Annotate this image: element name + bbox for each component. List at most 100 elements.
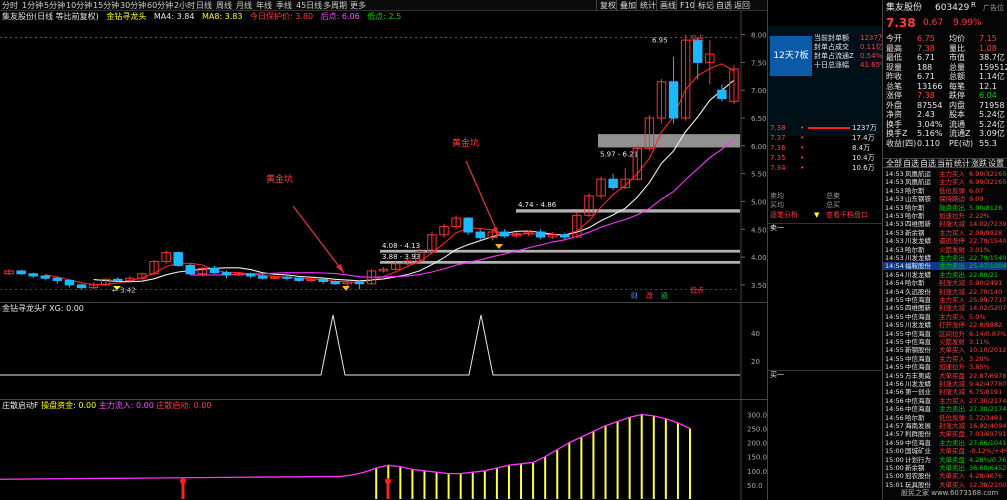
analysis-link[interactable]: 逐笔分析 [770,211,798,220]
view-all-depth-link[interactable]: 查看千档盘口 [826,211,868,220]
trade-alert-row[interactable]: 14:55 新钢股份 大单买入 10.10/2012 [883,346,1007,354]
period-tab[interactable]: 30分钟 [120,0,146,11]
period-tab[interactable]: 15分钟 [93,0,119,11]
trade-alert-row[interactable]: 14:55 中信海直 火箭发射 3.11% [883,338,1007,346]
trade-alert-row[interactable]: 15:00 国城矿业 大单买盘 -0.12%/+4% [883,447,1007,455]
trade-alert-row[interactable]: 14:55 中信海直 区间拉升 6.14/0.87% [883,330,1007,338]
trade-alert-row[interactable]: 14:57 海南发展 封涨大减 16.92/40941 [883,422,1007,430]
trade-alert-row[interactable]: 14:53 山东钢铁 保持路边 9.09 [883,195,1007,203]
stat-value: 12.1 [979,81,997,91]
trade-stock: 新余钢 [905,228,925,237]
period-tab[interactable]: 2小时 [174,0,195,11]
buy-avg-row: 买均 总买 [770,201,840,209]
trade-action: 逼近涨停 [939,237,965,246]
trade-alert-row[interactable]: 14:53 川发龙蟒 主力卖出 22.79/1540 [883,254,1007,262]
trade-alert-row[interactable]: 14:53 哈尔斯 火箭发射 3.01% [883,246,1007,254]
sidebar-tab[interactable]: 自选 [920,159,936,169]
trade-action: 大单卖出 [939,464,965,472]
period-tab[interactable]: 年线 [256,0,272,11]
summary-key: 当前封单额 [814,34,849,42]
trade-alert-row[interactable]: 14:55 四维图新 封涨大减 14.02/5207 [883,304,1007,312]
trade-alert-row[interactable]: 14:59 中信海直 主力卖出 27.66/1041 [883,439,1007,447]
sidebar-tab[interactable]: 统计 [954,159,970,169]
period-tab[interactable]: 更多 [350,0,366,11]
trade-alert-row[interactable]: 14:55 万丰奥威 大单买盘 22.87/6978 [883,372,1007,380]
trade-value: 9.09 [969,195,984,204]
trade-alert-row[interactable]: 14:56 中信海直 主力卖出 27.30/21744 [883,405,1007,413]
flow-line [0,413,691,480]
summary-row: 封单占成交 0.11亿 [814,43,883,52]
trade-alert-row[interactable]: 15:00 冠农股份 大单买入 4.28/4676 [883,472,1007,480]
trade-alert-row[interactable]: 14:53 哈尔斯 融资卖出 5.90/8128 [883,204,1007,212]
price-tick-label: 8.00 [751,32,767,40]
trade-alert-row[interactable]: 14:55 中信海直 主力买入 3.20% [883,355,1007,363]
trade-alert-row[interactable]: 15:00 计划行为 大单卖盘 4.28%/0.76 [883,456,1007,464]
summary-value: 0.54% [860,52,883,60]
period-tab[interactable]: 分时 [2,0,18,11]
trade-alert-row[interactable]: 14:54 久远股份 封涨大减 22.70/140 [883,288,1007,296]
trade-stock: 哈尔斯 [905,245,925,254]
trade-alert-row[interactable]: 14:56 第一创业 封涨大减 6.75/8191 [883,388,1007,396]
period-tab[interactable]: 日线 [196,0,212,11]
trade-alert-row[interactable]: 14:54 福鞍股份 主力卖出 25.47/10044 [883,262,1007,271]
candle-body [294,277,304,281]
stat-row: 换手Z 5.16% 流通Z 3.09亿 [883,129,1007,139]
sidebar-tab[interactable]: 当前 [937,159,953,169]
trade-alert-row[interactable]: 14:53 哈尔斯 加速拉升 2.22% [883,212,1007,220]
trade-alert-row[interactable]: 14:53 哈尔斯 低位反弹 6.07 [883,187,1007,195]
trade-alert-row[interactable]: 14:53 四维图新 封涨大减 14.02/7239 [883,220,1007,228]
trade-alert-row[interactable]: 14:54 川发龙蟒 主力卖出 22.80/21 [883,271,1007,279]
sidebar-tab[interactable]: 涨跌 [971,159,987,169]
sidebar-tab[interactable]: 设置 [988,159,1004,169]
sidebar-tab[interactable]: 全部 [886,159,902,169]
annotation-arrow-1 [292,205,345,274]
dot-icon: • [800,144,805,152]
trade-time: 14:55 [885,338,904,346]
sidebar-tab[interactable]: 自选 [903,159,919,169]
trade-stock: 中信海直 [905,329,931,338]
period-tab[interactable]: 1分钟 [22,0,43,11]
trade-alert-row[interactable]: 14:53 风凰航运 主力买入 6.99/32165 [883,178,1007,186]
trade-value: 22.79/1540 [969,237,1007,246]
trade-alert-row[interactable]: 14:56 哈尔斯 低位反弹 5.72/3481 [883,414,1007,422]
stat-row: 换手 3.04% 流通 5.24亿 [883,120,1007,130]
trade-stock: 哈尔斯 [905,212,925,220]
trade-time: 14:54 [885,270,904,279]
period-tab[interactable]: 季线 [276,0,292,11]
period-tab[interactable]: 45日线 [296,0,322,11]
trade-stock: 风凰航运 [905,178,931,187]
toolbar-action[interactable]: 返回 [730,0,753,11]
trade-alert-row[interactable]: 14:55 川发龙蟒 打开涨停 22.8/9882 [883,321,1007,329]
trade-alert-row[interactable]: 15:00 新余钢 大单卖出 36.60/6452 [883,464,1007,472]
period-tab[interactable]: 多周期 [323,0,347,11]
trade-alert-row[interactable]: 14:55 中信海直 加速拉升 3.85% [883,363,1007,371]
period-tab[interactable]: 10分钟 [66,0,92,11]
annotation-golden-pit-2: 黄金坑 [452,137,479,149]
candle-body [692,39,703,63]
stat-value: 7.15 [979,34,997,43]
trade-value: 4.28/4676 [969,472,1003,481]
trade-alert-row[interactable]: 14:53 风凰航运 主力买入 6.99/32165 [883,170,1007,178]
trade-action: 主力买入 [939,396,965,405]
trade-alert-row[interactable]: 14:53 川发龙蟒 逼近涨停 22.79/1540 [883,237,1007,245]
trade-action: 融资卖出 [939,203,965,212]
trade-alert-row[interactable]: 14:57 利群股份 大单买盘 7.03/69791 [883,430,1007,438]
panel3-tick-label: 300.0 [747,411,767,419]
period-tab[interactable]: 周线 [216,0,232,11]
trade-alert-row[interactable]: 14:56 中信海直 主力买入 27.30/21744 [883,397,1007,405]
dot-icon: • [800,124,805,132]
trade-alert-row[interactable]: 14:53 新余钢 主力买入 2.09/9928 [883,229,1007,237]
candle-body [76,284,87,289]
dot-icon: • [800,154,805,162]
period-tab[interactable]: 5分钟 [44,0,65,11]
trade-value: 22.87/6978 [969,371,1007,380]
trade-alert-row[interactable]: 14:56 川发龙蟒 封涨大减 9.42/477809 [883,380,1007,388]
candle-body [173,252,183,266]
trade-alert-row[interactable]: 14:55 中信海直 主力买入 25.99/7717 [883,296,1007,304]
stat-label: 流通Z [949,129,971,138]
trade-alert-row[interactable]: 14:55 中信海直 主力买入 5.0% [883,313,1007,321]
trade-time: 14:53 [885,178,904,187]
period-tab[interactable]: 60分钟 [147,0,173,11]
trade-alert-row[interactable]: 14:54 哈尔斯 封涨大减 5.90/2491 [883,279,1007,287]
period-tab[interactable]: 月线 [236,0,252,11]
